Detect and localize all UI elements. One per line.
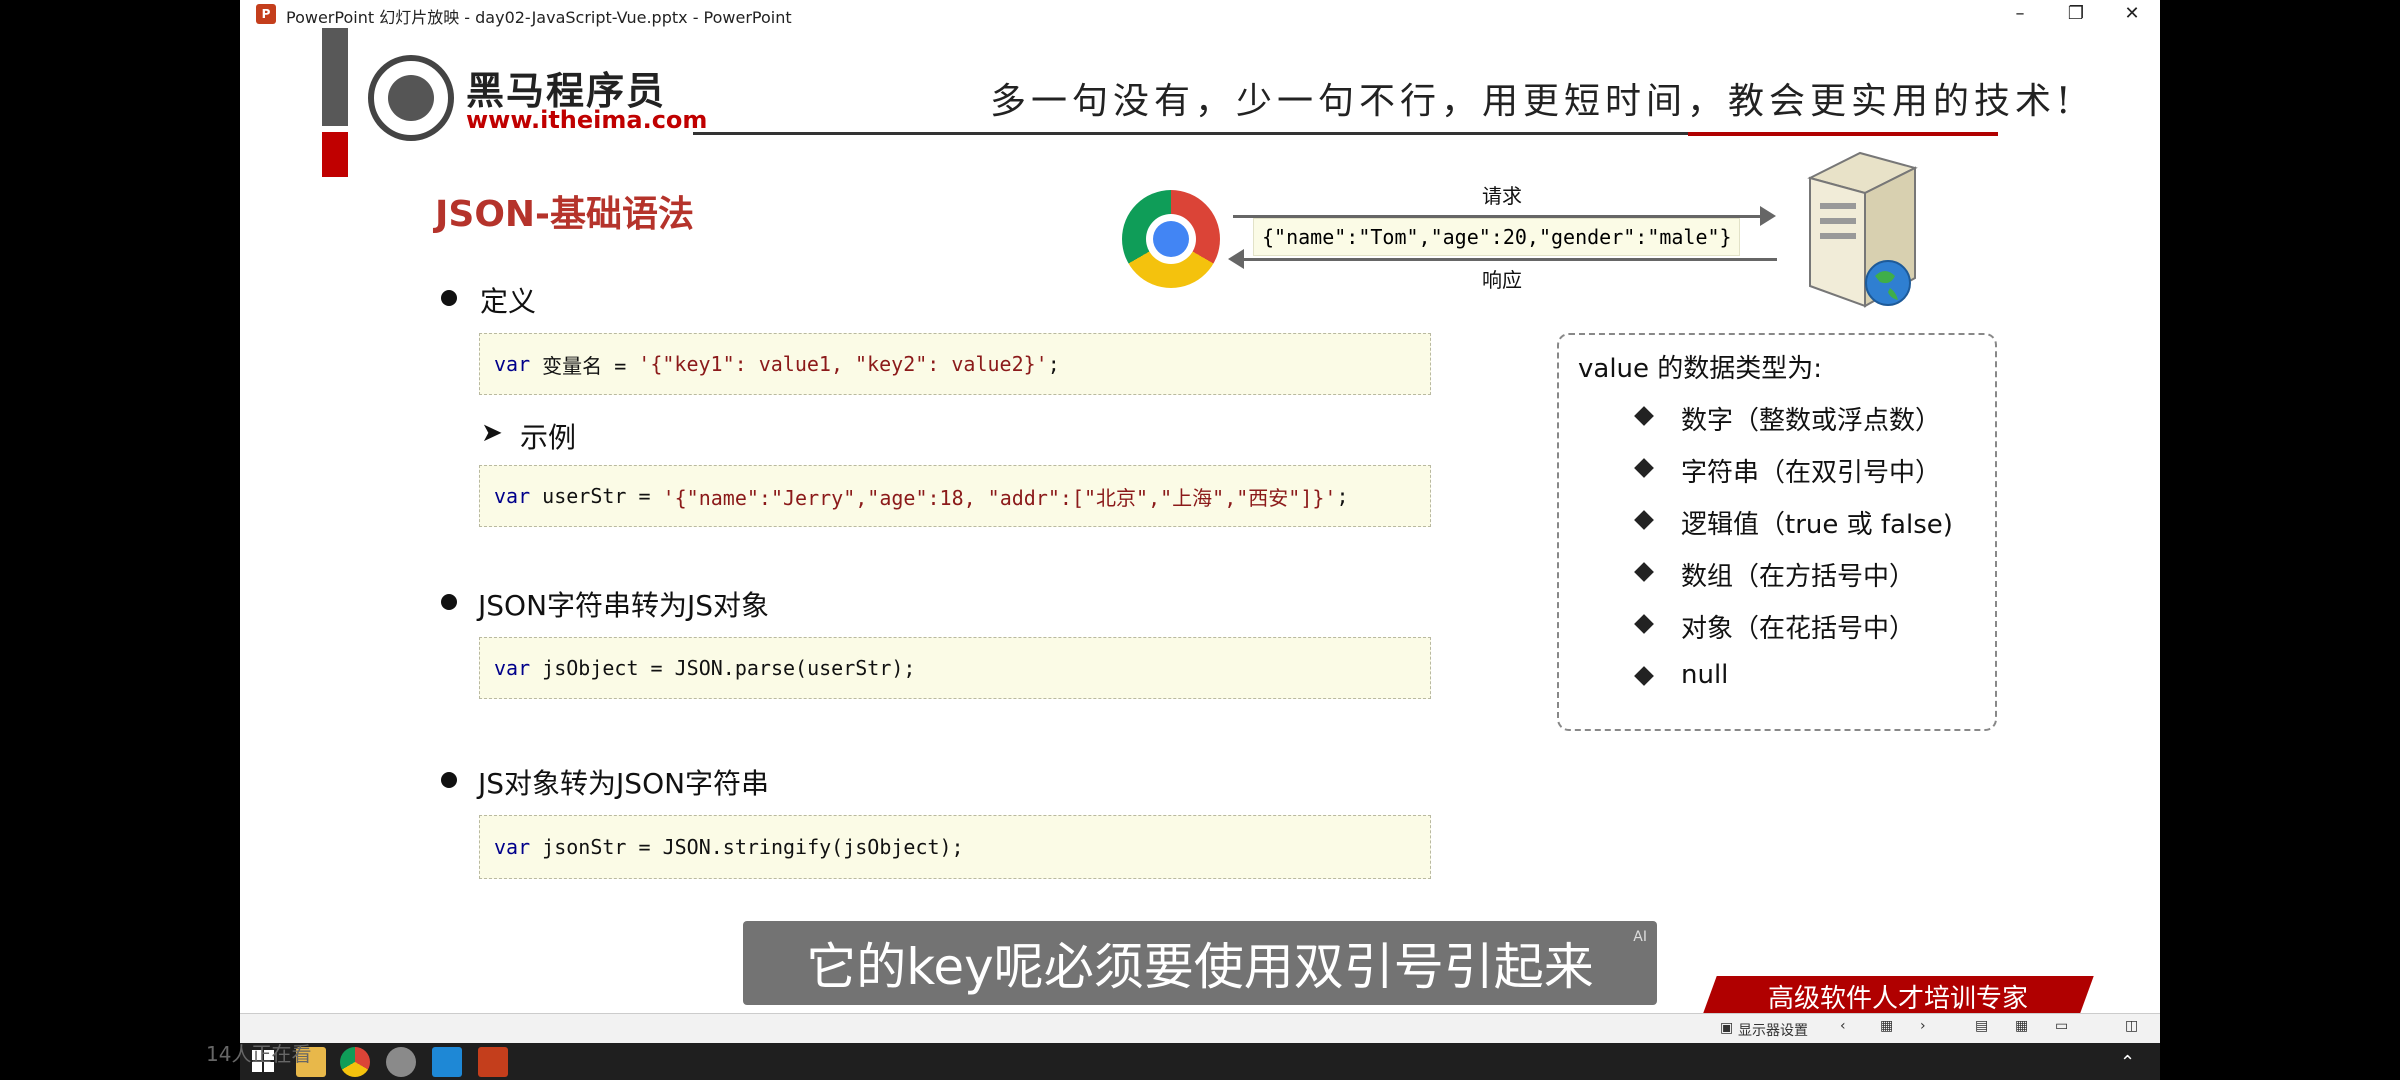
- header-divider: [693, 132, 1688, 135]
- code-text: userStr =: [530, 484, 663, 508]
- value-types-heading: value 的数据类型为:: [1578, 354, 1823, 384]
- value-type-item: 数字（整数或浮点数）: [1681, 406, 1942, 436]
- code-text: jsonStr = JSON.stringify(jsObject);: [530, 835, 964, 859]
- code-text: jsObject = JSON.parse(userStr);: [530, 656, 916, 680]
- code-text: ;: [1047, 352, 1060, 376]
- code-text: ;: [1336, 484, 1349, 508]
- corner-banner-text: 高级软件人才培训专家: [1768, 984, 2029, 1014]
- powerpoint-icon: P: [256, 4, 276, 24]
- vscode-taskbar-icon[interactable]: [432, 1047, 462, 1077]
- sub-bullet-arrow-icon: ➤: [481, 418, 503, 448]
- normal-view-icon[interactable]: ▤: [1975, 1018, 1988, 1034]
- response-arrow: [1240, 258, 1777, 261]
- code-example[interactable]: var userStr = '{"name":"Jerry","age":18,…: [479, 465, 1431, 527]
- next-slide-icon[interactable]: ›: [1920, 1018, 1926, 1034]
- display-settings-button[interactable]: 显示器设置: [1738, 1020, 1808, 1040]
- window-title: PowerPoint 幻灯片放映 - day02-JavaScript-Vue.…: [286, 8, 792, 27]
- chrome-taskbar-icon[interactable]: [340, 1047, 370, 1077]
- code-keyword: var: [494, 484, 531, 508]
- section-definition: 定义: [480, 285, 537, 318]
- section-parse: JSON字符串转为JS对象: [478, 589, 770, 622]
- video-subtitle: 它的key呢必须要使用双引号引起来 AI: [743, 921, 1657, 1005]
- slide-grid-icon[interactable]: ▦: [1880, 1018, 1893, 1034]
- prev-slide-icon[interactable]: ‹: [1840, 1018, 1846, 1034]
- code-keyword: var: [494, 656, 531, 680]
- code-text: 变量名 =: [530, 353, 639, 378]
- response-arrowhead-icon: [1228, 249, 1244, 269]
- server-icon: [1807, 151, 1918, 308]
- value-type-item: 数组（在方括号中）: [1681, 562, 1916, 592]
- slide-left-bar-red: [322, 132, 348, 177]
- value-type-item: null: [1681, 660, 1729, 690]
- powerpoint-taskbar-icon[interactable]: [478, 1047, 508, 1077]
- json-sample: {"name":"Tom","age":20,"gender":"male"}: [1253, 218, 1740, 256]
- restore-button[interactable]: ❐: [2048, 0, 2104, 28]
- section-stringify: JS对象转为JSON字符串: [478, 767, 770, 800]
- code-parse[interactable]: var jsObject = JSON.parse(userStr);: [479, 637, 1431, 699]
- slogan: 多一句没有，少一句不行，用更短时间，教会更实用的技术!: [990, 81, 2076, 122]
- bullet-dot: [441, 290, 457, 306]
- slide-title: JSON-基础语法: [435, 194, 694, 235]
- request-label: 请求: [1482, 184, 1522, 208]
- viewer-count: 14人正在看: [206, 1042, 312, 1066]
- bullet-dot: [441, 772, 457, 788]
- chrome-browser-icon: [1122, 190, 1220, 288]
- sub-bullet-example: 示例: [520, 421, 577, 454]
- bullet-dot: [441, 594, 457, 610]
- slide-sorter-icon[interactable]: ▦: [2015, 1018, 2028, 1034]
- value-type-item: 对象（在花括号中）: [1681, 614, 1916, 644]
- value-type-item: 字符串（在双引号中）: [1681, 458, 1942, 488]
- logo-horse-icon: [368, 55, 454, 141]
- code-stringify[interactable]: var jsonStr = JSON.stringify(jsObject);: [479, 815, 1431, 879]
- slideshow-status-bar: ▣ 显示器设置 ‹ ▦ › ▤ ▦ ▭ ◫: [240, 1013, 2160, 1044]
- title-bar: P PowerPoint 幻灯片放映 - day02-JavaScript-Vu…: [240, 0, 2160, 29]
- request-arrowhead-icon: [1760, 206, 1776, 226]
- windows-taskbar: [240, 1043, 2160, 1080]
- code-string: '{"key1": value1, "key2": value2}': [638, 352, 1048, 376]
- slide-left-bar-gray: [322, 28, 348, 126]
- tray-chevron-up-icon[interactable]: ⌃: [2120, 1052, 2135, 1073]
- logo-url: www.itheima.com: [466, 106, 708, 134]
- subtitle-text: 它的key呢必须要使用双引号引起来: [806, 938, 1594, 996]
- code-keyword: var: [494, 835, 531, 859]
- response-label: 响应: [1482, 268, 1522, 292]
- close-button[interactable]: ✕: [2104, 0, 2160, 28]
- reading-view-icon[interactable]: ▭: [2055, 1018, 2068, 1034]
- code-string: '{"name":"Jerry","age":18, "addr":["北京",…: [662, 485, 1337, 510]
- header-divider-accent: [1688, 132, 1998, 136]
- display-settings-icon[interactable]: ▣: [1720, 1020, 1733, 1036]
- value-type-item: 逻辑值（true 或 false): [1681, 510, 1953, 540]
- code-definition[interactable]: var 变量名 = '{"key1": value1, "key2": valu…: [479, 333, 1431, 395]
- code-keyword: var: [494, 352, 531, 376]
- app-taskbar-icon[interactable]: [386, 1047, 416, 1077]
- slideshow-view-icon[interactable]: ◫: [2125, 1018, 2138, 1034]
- minimize-button[interactable]: –: [1992, 0, 2048, 28]
- ai-badge: AI: [1633, 929, 1647, 945]
